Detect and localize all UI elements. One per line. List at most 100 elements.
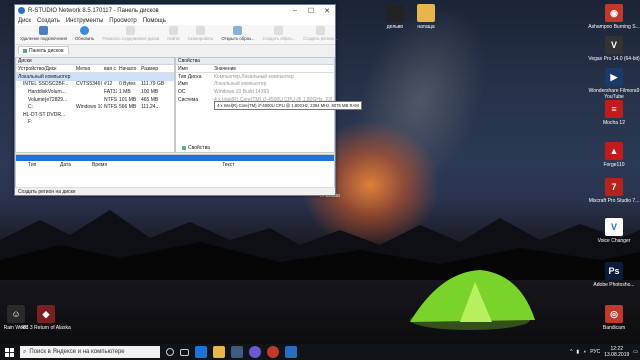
desktop-icon-right[interactable]: ▲ Forge110 xyxy=(584,142,640,168)
media-player-icon[interactable] xyxy=(267,346,279,358)
app-icon: ≡ xyxy=(605,100,623,118)
properties-bottom-tab[interactable]: Свойства xyxy=(176,144,210,152)
desktop-icon-label: Ashampoo Burning S... xyxy=(588,24,640,30)
desktop-icon-label: натаща xyxy=(417,24,435,30)
find-button[interactable]: Найти xyxy=(164,26,182,41)
toolbar-label: Открыть образ... xyxy=(221,36,255,41)
col-time[interactable]: Время xyxy=(80,162,210,168)
window-titlebar[interactable]: R-STUDIO Network 8.5.170117 - Панель дис… xyxy=(15,5,335,16)
desktop-icon-right[interactable]: ◎ Bandicam xyxy=(584,305,640,331)
folder-open-icon xyxy=(126,26,136,35)
disk-row[interactable]: F: xyxy=(16,119,174,127)
clock[interactable]: 12:22 13.08.2019 xyxy=(604,346,629,358)
notifications-icon[interactable]: ▭ xyxy=(633,349,638,355)
language-indicator[interactable]: РУС xyxy=(590,349,600,355)
desktop-icon-right[interactable]: ◉ Ashampoo Burning S... xyxy=(584,4,640,30)
menu-help[interactable]: Помощь xyxy=(143,18,166,24)
col-label[interactable]: Метка xyxy=(74,66,102,72)
desktop-icon-right[interactable]: ≡ Mocha 12 xyxy=(584,100,640,126)
disconnect-icon xyxy=(38,26,48,35)
minimize-button[interactable]: – xyxy=(287,7,303,14)
status-bar: Создать регион на диске xyxy=(15,187,335,195)
disk-cell-fs: NTFS xyxy=(104,96,117,103)
game-icon: ◆ xyxy=(37,305,55,323)
desktop-icon-label: Vegas Pro 14.0 (64-bit) xyxy=(588,56,640,62)
col-size[interactable]: Размер xyxy=(139,66,169,72)
tray-chevron-icon[interactable]: ^ xyxy=(570,349,572,355)
app-icon: V xyxy=(605,218,623,236)
col-start[interactable]: Начало xyxy=(117,66,139,72)
cpu-tooltip: 4 x Intel(R) Core(TM) i7-4500U CPU @ 1.8… xyxy=(214,101,362,110)
menu-create[interactable]: Создать xyxy=(37,18,60,24)
disk-cell-device: Локальный компьютер xyxy=(18,73,71,80)
scan-button[interactable]: Сканировать xyxy=(185,26,217,41)
toolbar-label: Показать содержимое диска xyxy=(102,36,160,41)
edge-browser-icon[interactable] xyxy=(195,346,207,358)
search-box[interactable]: ⌕ Поиск в Яндексе и на компьютере xyxy=(20,346,160,358)
col-name[interactable]: Имя xyxy=(176,66,212,72)
show-disk-contents-button[interactable]: Показать содержимое диска xyxy=(99,26,162,41)
open-image-button[interactable]: Открыть образ... xyxy=(218,26,257,41)
menu-bar: Диск Создать Инструменты Просмотр Помощь xyxy=(15,16,335,25)
remove-connection-button[interactable]: Удаление подключения xyxy=(17,26,70,41)
folder-icon xyxy=(417,4,435,22)
property-row[interactable]: Имя Локальный компьютер xyxy=(176,81,334,89)
browser-icon[interactable] xyxy=(249,346,261,358)
file-explorer-icon[interactable] xyxy=(213,346,225,358)
tab-label: Панель дисков xyxy=(29,47,64,54)
property-value: Windows 10 Build 14393 xyxy=(214,88,270,95)
close-button[interactable]: ✕ xyxy=(319,7,335,15)
properties-pane-header: Свойства xyxy=(176,58,334,65)
refresh-button[interactable]: Обновить xyxy=(72,26,97,41)
toolbar-label: Найти xyxy=(167,36,180,41)
scan-icon xyxy=(195,26,205,35)
log-columns: Тип Дата Время Текст xyxy=(16,161,334,169)
r-studio-app-icon xyxy=(18,7,25,14)
menu-tools[interactable]: Инструменты xyxy=(66,18,103,24)
log-pane: Тип Дата Время Текст xyxy=(15,154,335,188)
volume-icon[interactable]: ◖ xyxy=(583,349,586,355)
store-icon[interactable] xyxy=(231,346,243,358)
disk-row[interactable]: Локальный компьютер xyxy=(16,73,174,81)
desktop-icon-rc3[interactable]: ◆ RC 3 Return of Alaska xyxy=(16,305,76,331)
col-fs[interactable]: вая с xyxy=(102,66,117,72)
search-icon: ⌕ xyxy=(23,348,27,355)
r-studio-window[interactable]: R-STUDIO Network 8.5.170117 - Панель дис… xyxy=(14,4,338,196)
create-image-button[interactable]: Создать образ... xyxy=(260,26,299,41)
desktop-icon-right[interactable]: Ps Adobe Photosho... xyxy=(584,262,640,288)
desktop-icon-right[interactable]: V Voice Changer xyxy=(584,218,640,244)
start-button[interactable] xyxy=(0,344,18,360)
disk-row[interactable]: Volume{e72829... NTFS 101 MB 465 MB xyxy=(16,96,174,104)
property-name: Система xyxy=(178,96,199,103)
col-value[interactable]: Значение xyxy=(212,66,332,72)
property-row[interactable]: Тип Диска Компьютер,Локальный компьютер xyxy=(176,73,334,81)
desktop-icon-folder-2[interactable]: натаща xyxy=(396,4,456,30)
maximize-button[interactable]: ☐ xyxy=(303,7,319,15)
col-date[interactable]: Дата xyxy=(48,162,80,168)
disk-row[interactable]: HL-DT-ST DVDR... xyxy=(16,111,174,119)
property-name: Имя xyxy=(178,81,188,88)
disk-row[interactable]: C: Windows 10 NTFS 566 MB 111.24... xyxy=(16,103,174,111)
col-type[interactable]: Тип xyxy=(16,162,48,168)
microphone-icon[interactable] xyxy=(166,348,174,356)
col-device[interactable]: Устройство/Диск xyxy=(16,66,74,72)
menu-view[interactable]: Просмотр xyxy=(109,18,136,24)
col-text[interactable]: Текст xyxy=(210,162,250,168)
disk-cell-size: 465 MB xyxy=(141,96,159,103)
menu-disk[interactable]: Диск xyxy=(18,18,31,24)
tab-disk-panel[interactable]: Панель дисков xyxy=(18,46,69,54)
network-icon[interactable]: ▮ xyxy=(576,349,579,355)
app-icon: 7 xyxy=(605,178,623,196)
create-region-button[interactable]: Создать регион... xyxy=(300,26,341,41)
disk-row[interactable]: INTEL SSDSC2BF... CVTS5346I...#12 0 Bytes 1… xyxy=(16,81,174,89)
disk-row[interactable]: HarddiskVolum... FAT32 1 MB 100 MB xyxy=(16,88,174,96)
desktop-icon-right[interactable]: 7 Mixcraft Pro Studio 7... xyxy=(584,178,640,204)
desktop-icon-right[interactable]: ▶ Wondershare Filmora9 YouTube xyxy=(584,68,640,100)
property-row[interactable]: ОС Windows 10 Build 14393 xyxy=(176,88,334,96)
disk-cell-device: C: xyxy=(28,104,33,111)
r-studio-taskbar-icon[interactable] xyxy=(285,346,297,358)
task-view-icon[interactable] xyxy=(180,348,189,356)
desktop-icon-right[interactable]: V Vegas Pro 14.0 (64-bit) xyxy=(584,36,640,62)
disk-cell-size: 100 MB xyxy=(141,88,159,95)
app-icon: V xyxy=(605,36,623,54)
